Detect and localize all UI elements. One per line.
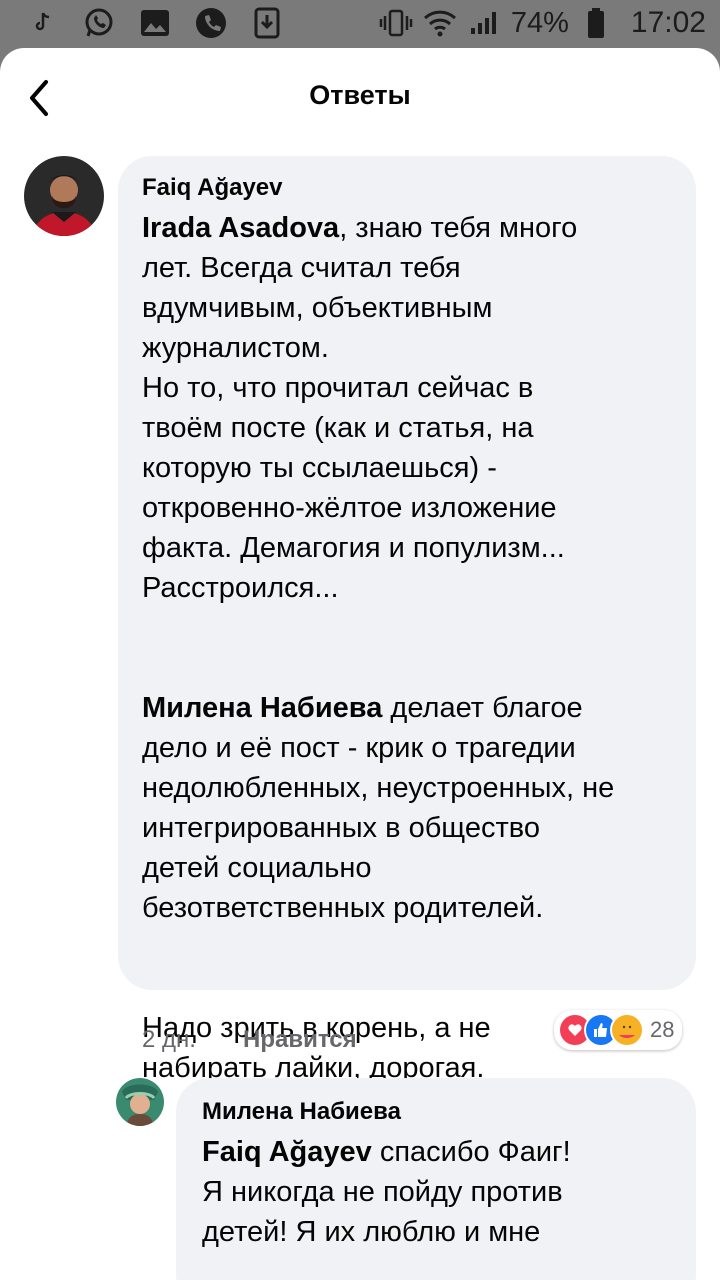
gallery-icon [138, 6, 172, 40]
status-bar: 74% 17:02 [0, 0, 720, 48]
replies-sheet: Ответы Faiq Ağayev Irada Asadova, знаю т… [0, 48, 720, 1280]
vibrate-icon [379, 6, 413, 40]
like-button[interactable]: Нравится [243, 1026, 357, 1054]
phone-icon [194, 6, 228, 40]
battery-icon [579, 6, 613, 40]
battery-percent: 74% [510, 6, 569, 39]
reply-text: Faiq Ağayev спасибо Фаиг! Я никогда не п… [202, 1136, 571, 1248]
comment-time: 2 дн. [142, 1026, 196, 1053]
comment-bubble[interactable]: Faiq Ağayev Irada Asadova, знаю тебя мно… [118, 156, 696, 1084]
care-reaction-icon [610, 1013, 644, 1047]
reply-avatar[interactable] [116, 1078, 164, 1126]
whatsapp-icon [82, 6, 116, 40]
tiktok-icon [26, 6, 60, 40]
mention-irada[interactable]: Irada Asadova [142, 212, 339, 244]
reaction-count: 28 [650, 1017, 675, 1042]
comment-text: Irada Asadova, знаю тебя много лет. Всег… [142, 212, 615, 1084]
mention-milena[interactable]: Милена Набиева [142, 692, 382, 724]
reply-author[interactable]: Милена Набиева [202, 1098, 401, 1126]
page-title: Ответы [309, 80, 411, 110]
signal-icon [467, 6, 501, 40]
status-time: 17:02 [630, 6, 706, 39]
header: Ответы [0, 48, 720, 148]
mention-faiq[interactable]: Faiq Ağayev [202, 1136, 372, 1168]
avatar[interactable] [24, 156, 104, 236]
reply-bubble[interactable]: Милена Набиева Faiq Ağayev спасибо Фаиг!… [176, 1078, 696, 1280]
comment-author[interactable]: Faiq Ağayev [142, 174, 283, 202]
wifi-icon [423, 6, 457, 40]
download-icon [250, 6, 284, 40]
reactions-summary[interactable]: 28 [554, 1010, 683, 1050]
